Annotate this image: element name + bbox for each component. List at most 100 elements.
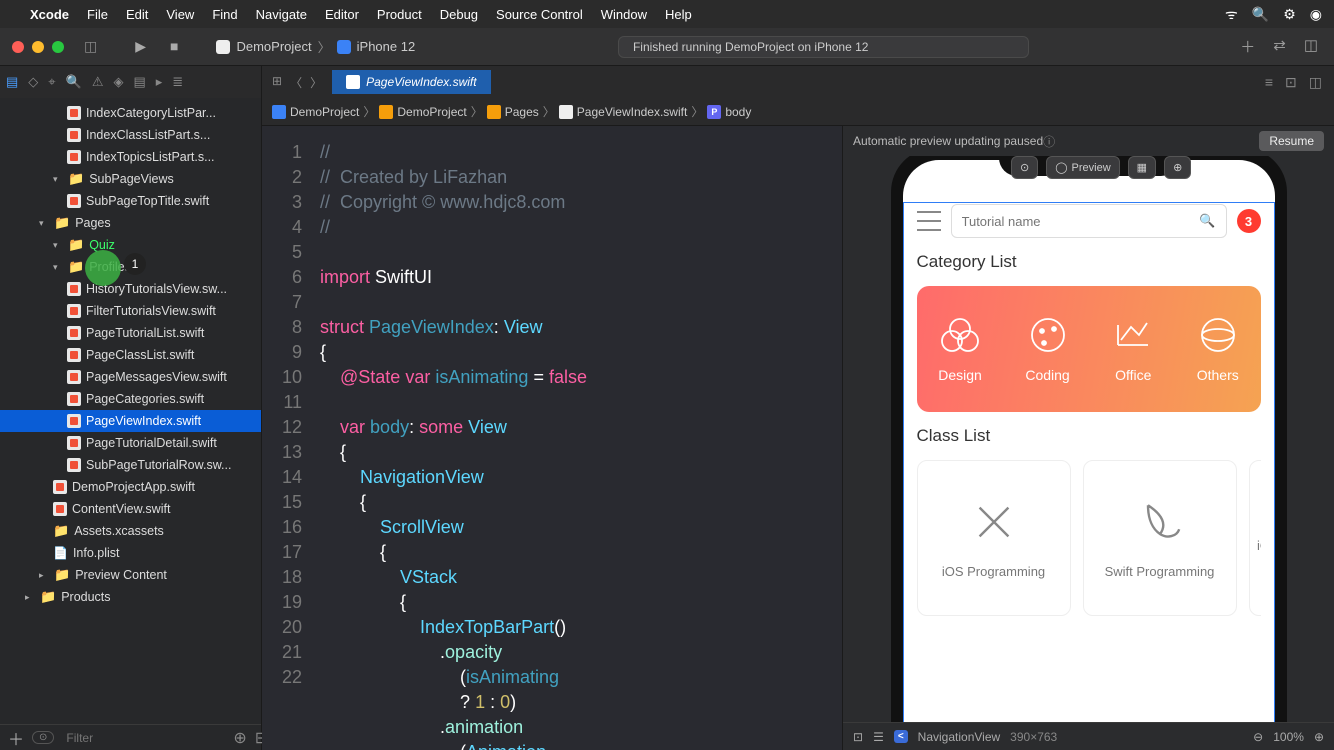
add-file-button[interactable]: ＋	[8, 726, 24, 750]
live-preview-button[interactable]: ◯ Preview	[1046, 156, 1119, 179]
wifi-icon[interactable]: ᯤ	[1225, 5, 1238, 24]
breakpoint-navigator-icon[interactable]: ▸	[156, 74, 163, 90]
test-navigator-icon[interactable]: ◈	[113, 74, 123, 90]
tree-row-indexcategorylistpar-[interactable]: IndexCategoryListPar...	[0, 102, 261, 124]
tree-row-pages[interactable]: ▾📁Pages	[0, 212, 261, 234]
tree-row-pagetutorialdetail-swift[interactable]: PageTutorialDetail.swift	[0, 432, 261, 454]
adjust-editor-icon[interactable]: ⊡	[1285, 74, 1297, 91]
minimize-window-button[interactable]	[32, 41, 44, 53]
jump-bar[interactable]: DemoProject 〉 DemoProject 〉 Pages 〉 Page…	[262, 98, 1334, 126]
jump-seg[interactable]: body	[725, 105, 751, 119]
menu-product[interactable]: Product	[377, 7, 422, 22]
adjust-icon[interactable]: ☰	[873, 730, 884, 744]
nav-forward-icon[interactable]: 〉	[310, 74, 322, 91]
menu-navigate[interactable]: Navigate	[256, 7, 307, 22]
fullscreen-window-button[interactable]	[52, 41, 64, 53]
related-items-icon[interactable]: ⊞	[272, 74, 282, 91]
source-control-navigator-icon[interactable]: ◇	[28, 74, 38, 90]
nav-back-icon[interactable]: 〈	[290, 74, 302, 91]
category-office[interactable]: Office	[1113, 315, 1153, 383]
recent-filter-icon[interactable]: ⊕	[233, 728, 246, 748]
jump-seg[interactable]: Pages	[505, 105, 539, 119]
tree-item-label: DemoProjectApp.swift	[72, 480, 195, 494]
menu-source-control[interactable]: Source Control	[496, 7, 583, 22]
tree-row-pagetutoriallist-swift[interactable]: PageTutorialList.swift	[0, 322, 261, 344]
tree-row-historytutorialsview-sw-[interactable]: HistoryTutorialsView.sw...	[0, 278, 261, 300]
report-navigator-icon[interactable]: ≣	[172, 74, 183, 90]
menu-debug[interactable]: Debug	[440, 7, 478, 22]
category-design[interactable]: Design	[938, 315, 982, 383]
add-editor-icon[interactable]: ◫	[1309, 74, 1322, 91]
menu-hamburger-icon[interactable]	[917, 211, 941, 231]
issue-navigator-icon[interactable]: ⚠	[92, 74, 104, 90]
find-navigator-icon[interactable]: 🔍	[66, 74, 82, 90]
duplicate-preview-icon[interactable]: ⊕	[1164, 156, 1191, 179]
add-button[interactable]: ＋	[1240, 36, 1255, 57]
category-card[interactable]: Design Coding Office	[917, 286, 1261, 412]
tree-row-contentview-swift[interactable]: ContentView.swift	[0, 498, 261, 520]
close-window-button[interactable]	[12, 41, 24, 53]
class-card[interactable]: iOS Programming	[917, 460, 1071, 616]
tree-row-info-plist[interactable]: 📄Info.plist	[0, 542, 261, 564]
symbol-navigator-icon[interactable]: ⌖	[48, 74, 55, 90]
control-center-icon[interactable]: ⚙	[1283, 6, 1296, 23]
tree-row-subpageviews[interactable]: ▾📁SubPageViews	[0, 168, 261, 190]
library-button[interactable]: ⇄	[1273, 36, 1286, 57]
project-navigator-icon[interactable]: ▤	[6, 74, 18, 90]
run-button[interactable]: ▶	[135, 38, 146, 55]
stop-button[interactable]: ■	[170, 38, 178, 55]
filter-scope-icon[interactable]: ⊙	[32, 731, 54, 744]
menu-find[interactable]: Find	[212, 7, 237, 22]
tree-row-products[interactable]: ▸📁Products	[0, 586, 261, 608]
tree-row-indextopicslistpart-s-[interactable]: IndexTopicsListPart.s...	[0, 146, 261, 168]
menu-help[interactable]: Help	[665, 7, 692, 22]
class-card[interactable]: A... iOS P...	[1249, 460, 1261, 616]
inspect-preview-icon[interactable]: ▦	[1128, 156, 1156, 179]
search-input[interactable]	[962, 214, 1200, 229]
tree-row-filtertutorialsview-swift[interactable]: FilterTutorialsView.swift	[0, 300, 261, 322]
tree-row-subpagetoptitle-swift[interactable]: SubPageTopTitle.swift	[0, 190, 261, 212]
editor-options-icon[interactable]: ≡	[1265, 74, 1273, 91]
tree-row-pagecategories-swift[interactable]: PageCategories.swift	[0, 388, 261, 410]
toggle-navigator-icon[interactable]: ◫	[76, 38, 105, 55]
tree-row-pageviewindex-swift[interactable]: PageViewIndex.swift	[0, 410, 261, 432]
tree-row-preview-content[interactable]: ▸📁Preview Content	[0, 564, 261, 586]
info-icon: ⓘ	[1043, 133, 1055, 150]
menu-window[interactable]: Window	[601, 7, 647, 22]
tree-item-label: Info.plist	[73, 546, 120, 560]
jump-seg[interactable]: PageViewIndex.swift	[577, 105, 688, 119]
menu-editor[interactable]: Editor	[325, 7, 359, 22]
menu-view[interactable]: View	[166, 7, 194, 22]
menu-file[interactable]: File	[87, 7, 108, 22]
scheme-selector[interactable]: DemoProject 〉 iPhone 12	[208, 37, 423, 56]
zoom-out-icon[interactable]: ⊖	[1253, 730, 1263, 744]
swift-file-icon	[67, 436, 81, 450]
user-icon[interactable]: ◉	[1310, 6, 1322, 23]
tree-item-label: FilterTutorialsView.swift	[86, 304, 216, 318]
jump-seg[interactable]: DemoProject	[290, 105, 359, 119]
tree-row-subpagetutorialrow-sw-[interactable]: SubPageTutorialRow.sw...	[0, 454, 261, 476]
menu-edit[interactable]: Edit	[126, 7, 148, 22]
tree-row-assets-xcassets[interactable]: 📁Assets.xcassets	[0, 520, 261, 542]
class-card[interactable]: Swift Programming	[1083, 460, 1237, 616]
resume-preview-button[interactable]: Resume	[1259, 131, 1324, 151]
tree-row-pagemessagesview-swift[interactable]: PageMessagesView.swift	[0, 366, 261, 388]
zoom-in-icon[interactable]: ⊕	[1314, 730, 1324, 744]
debug-navigator-icon[interactable]: ▤	[133, 74, 145, 90]
object-library-icon[interactable]: ⊡	[853, 730, 863, 744]
jump-seg[interactable]: DemoProject	[397, 105, 466, 119]
search-field[interactable]: 🔍	[951, 204, 1227, 238]
notification-badge[interactable]: 3	[1237, 209, 1261, 233]
tree-row-pageclasslist-swift[interactable]: PageClassList.swift	[0, 344, 261, 366]
category-coding[interactable]: Coding	[1025, 315, 1069, 383]
toggle-inspectors-icon[interactable]: ◫	[1304, 36, 1318, 57]
spotlight-icon[interactable]: 🔍	[1252, 6, 1269, 23]
pin-preview-icon[interactable]: ⊙	[1011, 156, 1038, 179]
tree-row-demoprojectapp-swift[interactable]: DemoProjectApp.swift	[0, 476, 261, 498]
app-name[interactable]: Xcode	[30, 7, 69, 22]
open-file-tab[interactable]: PageViewIndex.swift	[332, 70, 491, 94]
category-others[interactable]: Others	[1197, 315, 1239, 383]
tree-row-indexclasslistpart-s-[interactable]: IndexClassListPart.s...	[0, 124, 261, 146]
navigator-filter-input[interactable]	[62, 729, 225, 747]
source-editor[interactable]: 12345678910111213141516171819202122 ////…	[262, 126, 842, 750]
